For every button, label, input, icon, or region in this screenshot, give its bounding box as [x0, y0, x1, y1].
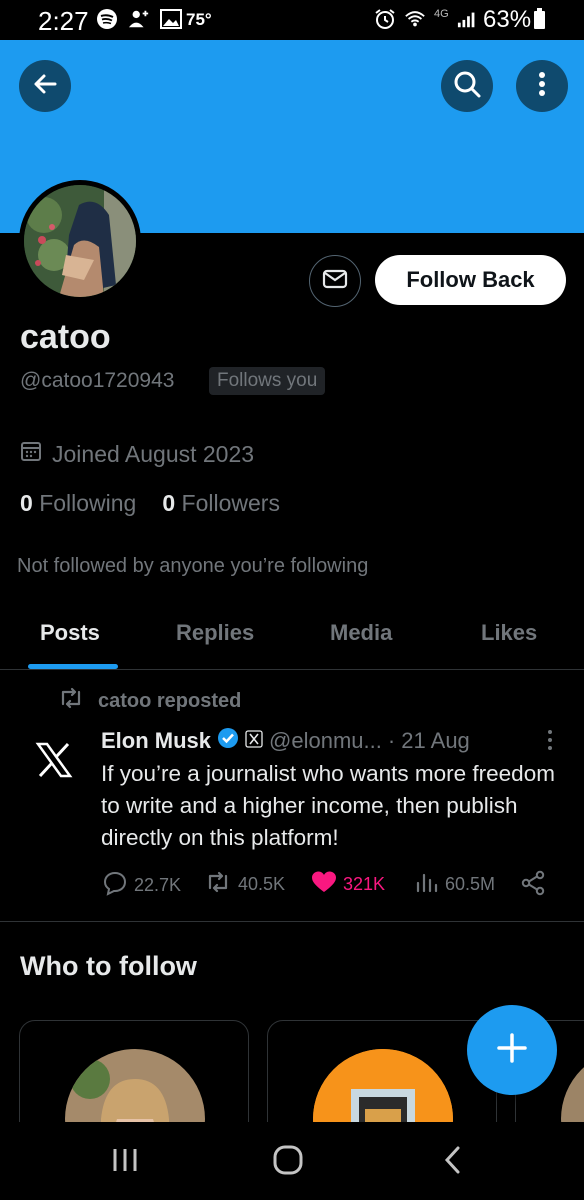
arrow-left-icon	[30, 69, 60, 104]
active-tab-indicator	[28, 664, 118, 669]
divider	[0, 921, 584, 922]
status-time: 2:27	[38, 6, 89, 36]
like-button[interactable]: 321K	[311, 870, 385, 899]
following-count: 0	[20, 490, 33, 516]
plus-icon	[495, 1031, 529, 1070]
reply-button[interactable]: 22.7K	[102, 870, 181, 901]
share-button[interactable]	[520, 870, 546, 901]
recents-icon	[110, 1145, 140, 1180]
heart-icon	[311, 870, 337, 899]
reply-count: 22.7K	[134, 875, 182, 895]
x-logo-avatar[interactable]	[34, 740, 74, 780]
repost-icon	[58, 687, 84, 715]
follow-back-button[interactable]: Follow Back	[375, 255, 566, 305]
share-icon	[520, 870, 546, 901]
post-date: · 21 Aug	[387, 728, 470, 753]
affiliate-x-icon	[245, 728, 263, 754]
wifi-icon	[404, 8, 426, 30]
following-label: Following	[39, 490, 137, 516]
post-text: If you’re a journalist who wants more fr…	[101, 761, 555, 850]
compose-button[interactable]	[467, 1005, 557, 1095]
views-count: 60.5M	[445, 874, 496, 894]
profile-tabs: Posts Replies Media Likes	[0, 600, 584, 670]
search-button[interactable]	[441, 60, 493, 112]
image-icon	[160, 8, 182, 30]
post-actions: 22.7K 40.5K 321K 60.5M	[102, 870, 564, 900]
post-header: Elon Musk @elonmu... · 21 Aug	[101, 727, 470, 755]
calendar-icon	[20, 440, 42, 468]
tab-posts[interactable]: Posts	[40, 620, 100, 646]
verified-icon	[217, 727, 239, 755]
signal-icon	[457, 8, 479, 30]
followers-count: 0	[162, 490, 176, 516]
tab-media[interactable]: Media	[330, 620, 392, 646]
status-bar: 2:27 75° 4G 63%	[0, 0, 584, 40]
repost-context: catoo reposted	[58, 687, 241, 715]
post-author-handle: @elonmu...	[269, 728, 382, 753]
profile-avatar[interactable]	[19, 180, 141, 302]
add-person-icon	[128, 8, 150, 30]
system-back-button[interactable]	[423, 1142, 483, 1182]
battery-icon	[534, 8, 545, 29]
back-button[interactable]	[19, 60, 71, 112]
like-count: 321K	[343, 874, 386, 894]
home-button[interactable]	[258, 1142, 318, 1182]
repost-count: 40.5K	[238, 874, 286, 894]
more-button[interactable]	[516, 60, 568, 112]
views-button[interactable]: 60.5M	[415, 870, 495, 899]
more-vertical-icon	[527, 69, 557, 104]
joined-label: Joined August 2023	[52, 440, 255, 467]
profile-handle: @catoo1720943	[20, 369, 175, 392]
following-link[interactable]: 0 Following	[20, 490, 136, 517]
more-vertical-icon	[544, 730, 556, 756]
repost-label: catoo reposted	[98, 689, 242, 712]
recents-button[interactable]	[95, 1142, 155, 1182]
home-icon	[272, 1144, 304, 1181]
views-icon	[415, 870, 439, 899]
post-author-name[interactable]: Elon Musk	[101, 728, 211, 754]
network-type: 4G	[434, 8, 449, 20]
followers-link[interactable]: 0 Followers	[162, 490, 280, 517]
repost-button[interactable]: 40.5K	[204, 870, 285, 899]
repost-icon	[204, 870, 232, 899]
followers-label: Followers	[181, 490, 280, 516]
spotify-icon	[96, 8, 118, 30]
status-temperature: 75°	[186, 10, 212, 29]
tab-likes[interactable]: Likes	[481, 620, 537, 646]
tab-replies[interactable]: Replies	[176, 620, 254, 646]
envelope-icon	[321, 265, 349, 298]
alarm-icon	[374, 8, 396, 30]
follows-you-badge: Follows you	[209, 367, 326, 395]
battery-percent: 63%	[483, 6, 532, 33]
search-icon	[452, 69, 482, 104]
who-to-follow-title: Who to follow	[20, 951, 197, 981]
reply-icon	[102, 870, 128, 901]
message-button[interactable]	[309, 255, 361, 307]
back-icon	[441, 1145, 465, 1180]
profile-name: catoo	[20, 318, 111, 356]
joined-date: Joined August 2023	[20, 440, 254, 468]
post-more-button[interactable]	[544, 728, 556, 757]
system-nav-bar	[0, 1122, 584, 1200]
mutuals-note: Not followed by anyone you’re following	[17, 555, 369, 577]
follow-stats: 0 Following 0 Followers	[20, 490, 280, 517]
